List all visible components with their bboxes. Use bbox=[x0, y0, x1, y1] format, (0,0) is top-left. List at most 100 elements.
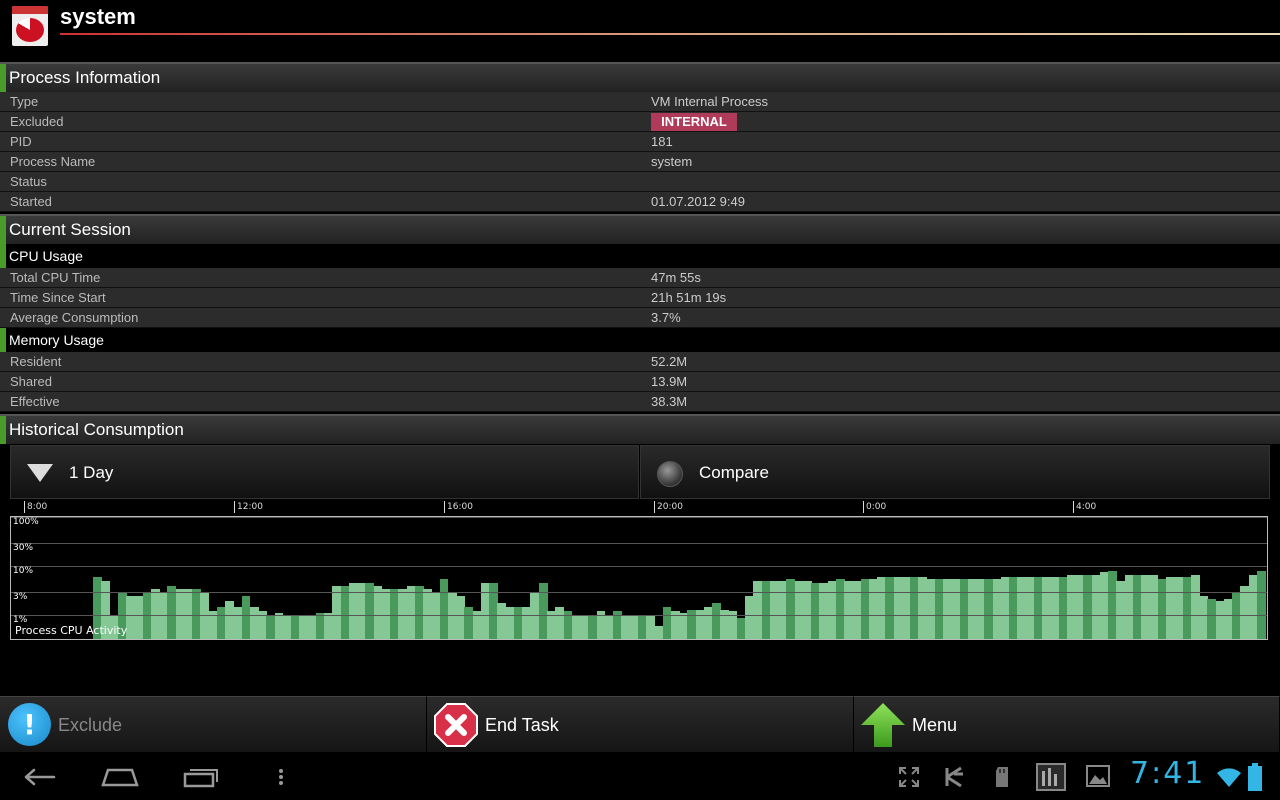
range-dropdown[interactable]: 1 Day bbox=[10, 445, 639, 499]
row-label: Effective bbox=[10, 394, 60, 409]
status-clock: 7:41 bbox=[1130, 756, 1206, 791]
range-label: 1 Day bbox=[69, 463, 114, 482]
section-header-label: Current Session bbox=[9, 220, 131, 239]
row-value: 13.9M bbox=[651, 374, 688, 389]
recent-apps-icon[interactable] bbox=[182, 766, 220, 788]
y-gridline bbox=[11, 543, 1267, 544]
compare-toggle[interactable]: Compare bbox=[640, 445, 1270, 499]
y-gridline bbox=[11, 592, 1267, 593]
y-gridline bbox=[11, 517, 1267, 518]
end-task-label: End Task bbox=[485, 715, 559, 735]
kaspersky-icon bbox=[945, 766, 963, 788]
end-task-button[interactable]: End Task bbox=[427, 696, 854, 752]
excluded-badge: INTERNAL bbox=[651, 113, 737, 131]
chart-bars bbox=[11, 517, 1267, 639]
mem-row-resident: Resident 52.2M bbox=[0, 352, 1280, 372]
pie-chart-icon bbox=[16, 18, 44, 42]
x-tick-label: 12:00 bbox=[234, 501, 263, 513]
menu-label: Menu bbox=[912, 715, 958, 735]
mem-row-effective: Effective 38.3M bbox=[0, 392, 1280, 412]
wifi-icon bbox=[1217, 768, 1241, 787]
subsection-label: Memory Usage bbox=[9, 332, 104, 348]
y-tick-label: 10% bbox=[13, 566, 34, 576]
time-axis: 8:00 12:00 16:00 20:00 0:00 4:00 bbox=[10, 499, 1270, 517]
chart-caption: Process CPU Activity bbox=[15, 624, 128, 637]
exclude-button[interactable]: ! Exclude bbox=[0, 696, 427, 752]
section-historical-consumption: Historical Consumption bbox=[0, 414, 1280, 444]
x-tick-label: 20:00 bbox=[654, 501, 683, 513]
row-label: PID bbox=[10, 134, 32, 149]
row-value: 52.2M bbox=[651, 354, 688, 369]
info-row-status: Status bbox=[0, 172, 1280, 192]
system-nav-bar bbox=[0, 752, 1280, 800]
section-header-label: Historical Consumption bbox=[9, 420, 184, 439]
row-value: VM Internal Process bbox=[651, 94, 769, 109]
row-value: 38.3M bbox=[651, 394, 688, 409]
row-label: Time Since Start bbox=[10, 290, 106, 305]
cpu-row-total-cpu-time: Total CPU Time 47m 55s bbox=[0, 268, 1280, 288]
row-label: Started bbox=[10, 194, 52, 209]
info-row-pid: PID 181 bbox=[0, 132, 1280, 152]
row-label: Excluded bbox=[10, 114, 64, 129]
info-row-started: Started 01.07.2012 9:49 bbox=[0, 192, 1280, 212]
title-bar: system bbox=[0, 0, 1280, 50]
y-tick-label: 100% bbox=[13, 517, 39, 527]
gallery-icon bbox=[1086, 765, 1110, 787]
row-label: Resident bbox=[10, 354, 62, 369]
compare-label: Compare bbox=[699, 463, 769, 482]
row-label: Average Consumption bbox=[10, 310, 139, 325]
subsection-label: CPU Usage bbox=[9, 248, 83, 264]
info-row-process-name: Process Name system bbox=[0, 152, 1280, 172]
row-value: 21h 51m 19s bbox=[651, 290, 727, 305]
row-label: Shared bbox=[10, 374, 52, 389]
x-tick-label: 8:00 bbox=[24, 501, 47, 513]
row-value: 3.7% bbox=[651, 310, 681, 325]
row-value: 47m 55s bbox=[651, 270, 701, 285]
x-tick-label: 4:00 bbox=[1073, 501, 1096, 513]
row-value: 181 bbox=[651, 134, 673, 149]
section-current-session: Current Session bbox=[0, 214, 1280, 244]
subsection-memory-usage: Memory Usage bbox=[0, 328, 1280, 352]
history-controls: 1 Day Compare bbox=[10, 445, 1270, 499]
page-title: system bbox=[60, 4, 136, 29]
row-value: system bbox=[651, 154, 693, 169]
section-process-information: Process Information bbox=[0, 62, 1280, 92]
app-icon-strip bbox=[12, 6, 48, 14]
radio-orb-icon bbox=[657, 461, 683, 487]
info-row-excluded: Excluded INTERNAL bbox=[0, 112, 1280, 132]
battery-icon bbox=[1248, 763, 1262, 791]
close-icon bbox=[434, 703, 478, 747]
action-bar: ! Exclude End Task Menu bbox=[0, 696, 1280, 752]
chart-plot-area: 100% 30% 10% 3% 1% Process CPU Activity bbox=[10, 516, 1268, 640]
menu-button[interactable]: Menu bbox=[854, 696, 1280, 752]
task-manager-icon bbox=[1036, 763, 1066, 791]
title-divider bbox=[60, 33, 1280, 35]
exclamation-icon: ! bbox=[8, 703, 51, 746]
home-icon[interactable] bbox=[100, 766, 140, 788]
exclude-label: Exclude bbox=[58, 715, 123, 735]
y-tick-label: 30% bbox=[13, 543, 34, 553]
row-label: Total CPU Time bbox=[10, 270, 101, 285]
sd-card-icon bbox=[996, 767, 1008, 787]
cpu-row-average-consumption: Average Consumption 3.7% bbox=[0, 308, 1280, 328]
y-tick-label: 3% bbox=[13, 592, 28, 602]
y-gridline bbox=[11, 615, 1267, 616]
subsection-cpu-usage: CPU Usage bbox=[0, 244, 1280, 268]
arrow-up-icon bbox=[861, 703, 905, 747]
app-icon[interactable] bbox=[12, 6, 48, 46]
row-label: Process Name bbox=[10, 154, 96, 169]
fullscreen-icon bbox=[899, 767, 919, 787]
info-row-type: Type VM Internal Process bbox=[0, 92, 1280, 112]
x-tick-label: 0:00 bbox=[863, 501, 886, 513]
row-label: Status bbox=[10, 174, 47, 189]
section-header-label: Process Information bbox=[9, 68, 161, 87]
overflow-menu-icon[interactable] bbox=[276, 766, 286, 788]
mem-row-shared: Shared 13.9M bbox=[0, 372, 1280, 392]
triangle-down-icon bbox=[27, 464, 53, 482]
chart-bar bbox=[1256, 570, 1266, 639]
row-value: 01.07.2012 9:49 bbox=[651, 194, 745, 209]
back-icon[interactable] bbox=[22, 766, 58, 788]
row-label: Type bbox=[10, 94, 39, 109]
x-tick-label: 16:00 bbox=[444, 501, 473, 513]
cpu-row-time-since-start: Time Since Start 21h 51m 19s bbox=[0, 288, 1280, 308]
